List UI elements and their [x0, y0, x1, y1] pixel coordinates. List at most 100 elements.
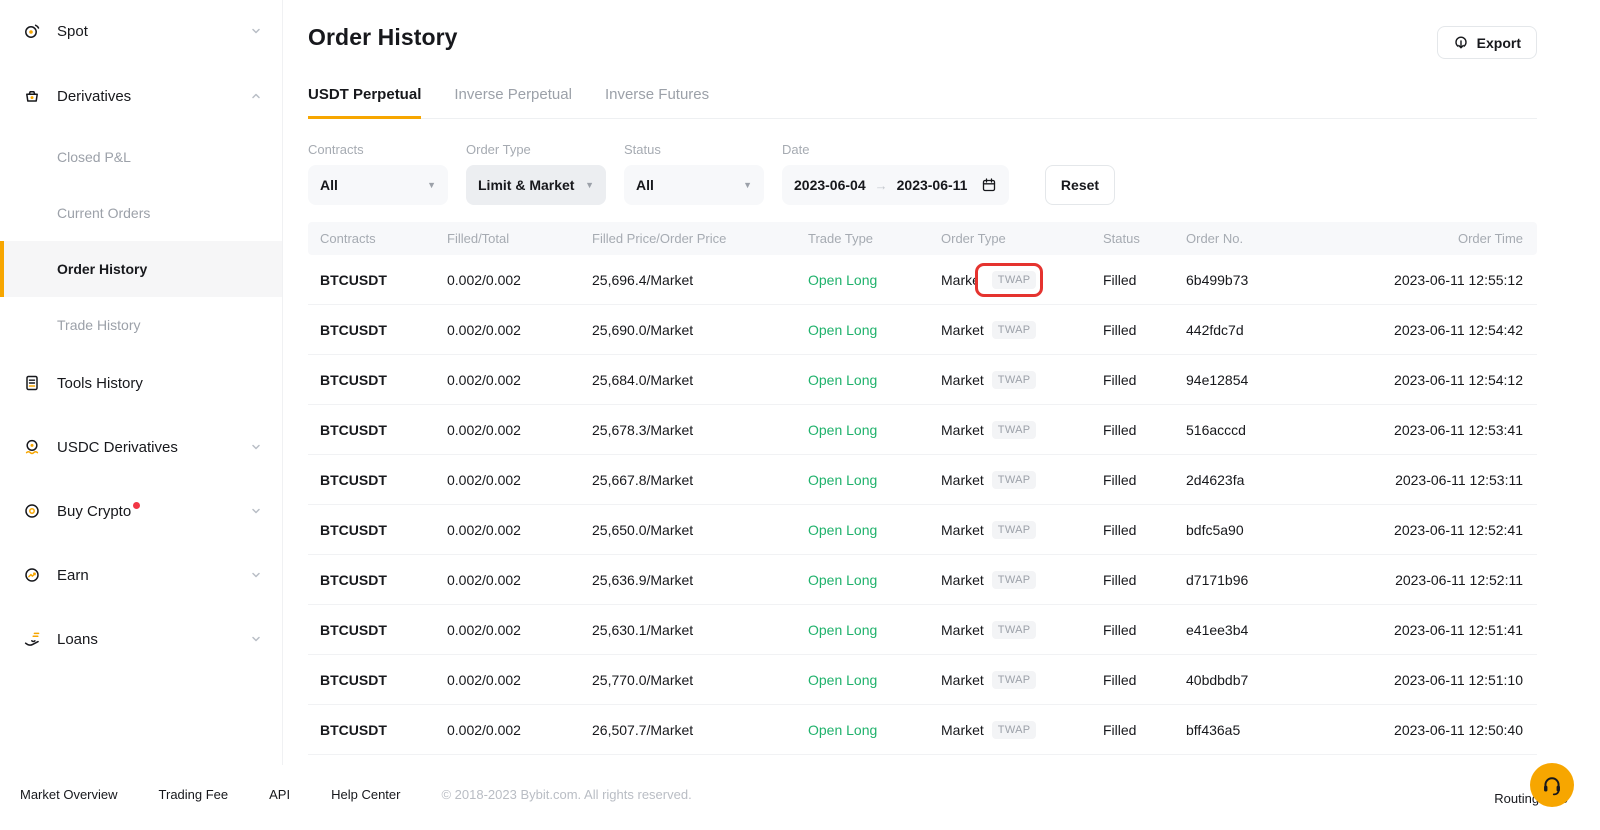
cell-contracts: BTCUSDT	[320, 472, 447, 488]
sidebar-item-earn[interactable]: Earn	[0, 552, 282, 598]
sidebar-item-spot[interactable]: Spot	[0, 8, 282, 54]
calendar-icon	[981, 177, 997, 193]
caret-down-icon: ▼	[743, 180, 752, 190]
cell-order-no: bff436a5	[1186, 722, 1383, 738]
order-type-text: Market	[941, 522, 984, 538]
cell-filled-total: 0.002/0.002	[447, 272, 592, 288]
cell-contracts: BTCUSDT	[320, 572, 447, 588]
cell-filled-price: 25,690.0/Market	[592, 322, 808, 338]
cell-filled-price: 25,678.3/Market	[592, 422, 808, 438]
table-body: BTCUSDT 0.002/0.002 25,696.4/Market Open…	[308, 255, 1537, 755]
cell-filled-total: 0.002/0.002	[447, 572, 592, 588]
sidebar-item-buy-crypto[interactable]: Buy Crypto	[0, 488, 282, 534]
cell-filled-total: 0.002/0.002	[447, 622, 592, 638]
table-row: BTCUSDT 0.002/0.002 26,507.7/Market Open…	[308, 705, 1537, 755]
sidebar-item-usdc-derivatives[interactable]: USDC Derivatives	[0, 424, 282, 470]
tools-history-icon	[22, 373, 42, 393]
footer-link-api[interactable]: API	[269, 787, 290, 802]
cell-filled-price: 25,650.0/Market	[592, 522, 808, 538]
sidebar-item-label: USDC Derivatives	[57, 439, 178, 456]
cell-order-type: Market TWAP	[941, 721, 1103, 739]
table-row: BTCUSDT 0.002/0.002 25,684.0/Market Open…	[308, 355, 1537, 405]
status-select[interactable]: All ▼	[624, 165, 764, 205]
tab-inverse-futures[interactable]: Inverse Futures	[605, 86, 709, 119]
sidebar-item-order-history[interactable]: Order History	[0, 241, 282, 297]
order-type-text: Market	[941, 622, 984, 638]
col-filled-price: Filled Price/Order Price	[592, 231, 808, 246]
cell-filled-price: 25,667.8/Market	[592, 472, 808, 488]
export-button[interactable]: Export	[1437, 26, 1537, 59]
earn-icon	[22, 565, 42, 585]
sidebar: Spot Derivatives Closed P&L Current Orde…	[0, 0, 283, 765]
cell-order-no: 6b499b73	[1186, 272, 1383, 288]
sidebar-item-derivatives[interactable]: Derivatives	[0, 73, 282, 119]
cell-order-no: 2d4623fa	[1186, 472, 1383, 488]
cell-order-no: 40bdbdb7	[1186, 672, 1383, 688]
sidebar-item-tools-history[interactable]: Tools History	[0, 360, 282, 406]
filter-bar: Contracts All ▼ Order Type Limit & Marke…	[308, 142, 1537, 205]
cell-order-no: 442fdc7d	[1186, 322, 1383, 338]
footer-link-trading-fee[interactable]: Trading Fee	[159, 787, 229, 802]
app-window: Spot Derivatives Closed P&L Current Orde…	[0, 0, 1600, 830]
footer-link-market-overview[interactable]: Market Overview	[20, 787, 118, 802]
cell-status: Filled	[1103, 672, 1186, 688]
reset-button[interactable]: Reset	[1045, 165, 1115, 205]
footer-link-help-center[interactable]: Help Center	[331, 787, 400, 802]
cell-contracts: BTCUSDT	[320, 672, 447, 688]
derivatives-icon	[22, 86, 42, 106]
table-row: BTCUSDT 0.002/0.002 25,650.0/Market Open…	[308, 505, 1537, 555]
twap-badge: TWAP	[992, 621, 1037, 639]
col-filled-total: Filled/Total	[447, 231, 592, 246]
col-order-time: Order Time	[1383, 231, 1523, 246]
date-range-picker[interactable]: 2023-06-04 → 2023-06-11	[782, 165, 1009, 205]
col-trade-type: Trade Type	[808, 231, 941, 246]
cell-status: Filled	[1103, 322, 1186, 338]
cell-filled-price: 25,630.1/Market	[592, 622, 808, 638]
cell-contracts: BTCUSDT	[320, 422, 447, 438]
order-type-filter-label: Order Type	[466, 142, 606, 157]
cell-filled-total: 0.002/0.002	[447, 372, 592, 388]
cell-filled-total: 0.002/0.002	[447, 672, 592, 688]
cell-trade-type: Open Long	[808, 622, 941, 638]
cell-order-type: Market TWAP	[941, 321, 1103, 339]
cell-contracts: BTCUSDT	[320, 722, 447, 738]
tab-inverse-perpetual[interactable]: Inverse Perpetual	[454, 86, 572, 119]
loans-icon	[22, 629, 42, 649]
sidebar-item-label: Loans	[57, 631, 98, 648]
status-select-value: All	[636, 177, 654, 193]
order-type-text: Market	[941, 422, 984, 438]
order-type-select[interactable]: Limit & Market ▼	[466, 165, 606, 205]
cell-order-type: Market TWAP	[941, 421, 1103, 439]
cell-status: Filled	[1103, 622, 1186, 638]
spot-icon	[22, 21, 42, 41]
caret-down-icon: ▼	[427, 180, 436, 190]
cell-order-type: Market TWAP	[941, 371, 1103, 389]
twap-badge-wrap: TWAP	[992, 571, 1037, 589]
sidebar-item-label: Current Orders	[57, 205, 150, 221]
col-order-no: Order No.	[1186, 231, 1383, 246]
cell-order-time: 2023-06-11 12:51:41	[1383, 622, 1523, 638]
cell-contracts: BTCUSDT	[320, 522, 447, 538]
sidebar-item-loans[interactable]: Loans	[0, 616, 282, 662]
cell-status: Filled	[1103, 272, 1186, 288]
sidebar-item-current-orders[interactable]: Current Orders	[0, 185, 282, 241]
support-button[interactable]	[1530, 763, 1574, 807]
order-type-text: Market	[941, 472, 984, 488]
twap-badge: TWAP	[992, 421, 1037, 439]
table-row: BTCUSDT 0.002/0.002 25,630.1/Market Open…	[308, 605, 1537, 655]
chevron-down-icon	[250, 505, 262, 517]
contracts-select[interactable]: All ▼	[308, 165, 448, 205]
cell-status: Filled	[1103, 372, 1186, 388]
date-from-value: 2023-06-04	[794, 177, 866, 193]
sidebar-item-closed-pnl[interactable]: Closed P&L	[0, 129, 282, 185]
cell-trade-type: Open Long	[808, 722, 941, 738]
sidebar-item-trade-history[interactable]: Trade History	[0, 297, 282, 353]
cell-order-no: bdfc5a90	[1186, 522, 1383, 538]
order-type-text: Market	[941, 572, 984, 588]
cell-status: Filled	[1103, 572, 1186, 588]
twap-badge-wrap: TWAP	[992, 521, 1037, 539]
twap-badge: TWAP	[992, 521, 1037, 539]
sidebar-item-label: Derivatives	[57, 88, 131, 105]
tab-usdt-perpetual[interactable]: USDT Perpetual	[308, 86, 421, 119]
chevron-down-icon	[250, 25, 262, 37]
